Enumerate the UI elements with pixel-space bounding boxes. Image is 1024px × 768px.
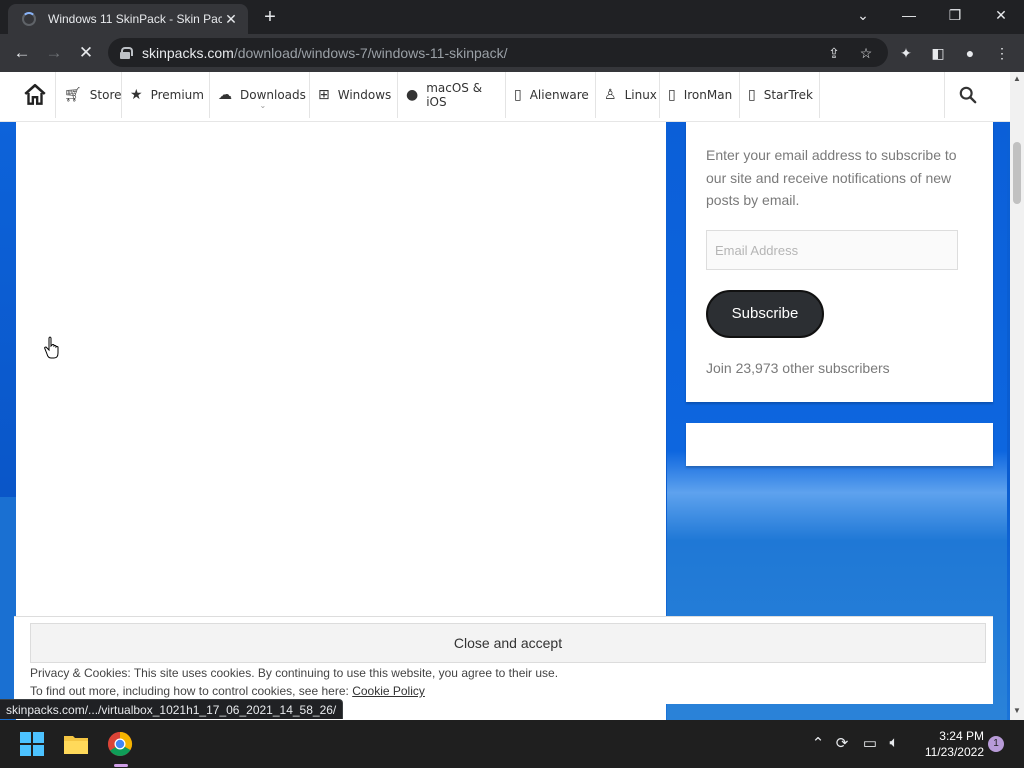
cookie-notice-text: Privacy & Cookies: This site uses cookie…: [30, 666, 559, 680]
nav-item-linux[interactable]: ♙ Linux: [596, 72, 660, 118]
site-navigation: 🛒︎ Store ★ Premium ☁ Downloads ⌄ ⊞ Windows ●…: [0, 72, 1010, 122]
nav-item-premium[interactable]: ★ Premium: [122, 72, 210, 118]
close-and-accept-button[interactable]: Close and accept: [30, 623, 986, 663]
minimize-button[interactable]: —: [886, 0, 932, 32]
tab-title: Windows 11 SkinPack - Skin Pack: [48, 12, 222, 26]
link-status-bubble: skinpacks.com/.../virtualbox_1021h1_17_0…: [0, 699, 344, 719]
nav-item-macos[interactable]: ● macOS & iOS: [398, 72, 506, 118]
mobile-icon: ▯: [668, 87, 676, 103]
share-icon[interactable]: ⇪: [824, 43, 844, 63]
home-button[interactable]: [14, 72, 56, 118]
cookie-banner: Close and accept Privacy & Cookies: This…: [14, 616, 993, 704]
nav-item-windows[interactable]: ⊞ Windows: [310, 72, 398, 118]
file-explorer-icon[interactable]: [60, 728, 92, 760]
address-url[interactable]: skinpacks.com/download/windows-7/windows…: [142, 45, 507, 61]
profile-avatar-icon[interactable]: ●: [960, 43, 980, 63]
scroll-down-arrow-icon[interactable]: ▼: [1010, 704, 1024, 718]
browser-toolbar: ← → ✕ skinpacks.com/download/windows-7/w…: [0, 34, 1024, 72]
loading-spinner-icon: [22, 12, 36, 26]
chrome-menu-icon[interactable]: ⋮: [992, 43, 1012, 63]
chevron-down-icon: ⌄: [259, 101, 267, 110]
mobile-icon: ▯: [514, 87, 522, 103]
cookie-policy-link[interactable]: Cookie Policy: [352, 684, 425, 698]
show-hidden-icons-chevron-icon[interactable]: ⌃: [808, 734, 828, 752]
cookie-more-info: To find out more, including how to contr…: [30, 684, 425, 698]
volume-icon[interactable]: 🔈︎: [884, 734, 904, 751]
nav-item-ironman[interactable]: ▯ IronMan: [660, 72, 740, 118]
notification-badge[interactable]: 1: [988, 736, 1004, 752]
subscribe-button[interactable]: Subscribe: [706, 290, 824, 338]
stop-loading-button[interactable]: ✕: [72, 39, 100, 67]
subscribe-widget: Enter your email address to subscribe to…: [686, 122, 993, 402]
close-window-button[interactable]: ✕: [978, 0, 1024, 32]
new-tab-button[interactable]: +: [258, 6, 282, 30]
linux-icon: ♙: [604, 87, 617, 103]
sync-icon[interactable]: ⟳: [832, 734, 852, 752]
cart-icon: 🛒︎: [64, 87, 82, 103]
search-icon: [959, 86, 976, 104]
nav-item-downloads[interactable]: ☁ Downloads ⌄: [210, 72, 310, 118]
nav-item-alienware[interactable]: ▯ Alienware: [506, 72, 596, 118]
nav-item-startrek[interactable]: ▯ StarTrek: [740, 72, 820, 118]
page-background: [0, 122, 16, 497]
sidebar-widget: [686, 423, 993, 466]
email-field[interactable]: [706, 230, 958, 270]
back-button[interactable]: ←: [8, 39, 36, 67]
bookmark-star-icon[interactable]: ☆: [856, 43, 876, 63]
page-scrollbar[interactable]: ▲ ▼: [1010, 72, 1024, 720]
apple-icon: ●: [406, 87, 419, 103]
subscribe-description: Enter your email address to subscribe to…: [706, 147, 957, 208]
chrome-taskbar-icon[interactable]: [104, 728, 136, 760]
side-panel-icon[interactable]: ◧: [928, 43, 948, 63]
windows-taskbar: ⌃ ⟳ ▭ 🔈︎ 3:24 PM 11/23/2022 1: [0, 720, 1024, 768]
home-icon: [24, 83, 46, 105]
hand-pointer-icon: [44, 336, 59, 359]
nav-item-store[interactable]: 🛒︎ Store: [56, 72, 122, 118]
tab-close-icon[interactable]: ✕: [222, 11, 240, 28]
active-app-indicator: [114, 764, 128, 767]
scroll-up-arrow-icon[interactable]: ▲: [1010, 72, 1024, 86]
windows-icon: ⊞: [318, 87, 330, 103]
scrollbar-thumb[interactable]: [1013, 142, 1021, 204]
system-clock[interactable]: 3:24 PM 11/23/2022: [912, 728, 984, 760]
restore-button[interactable]: ❐: [932, 0, 978, 32]
subscriber-count: Join 23,973 other subscribers: [706, 360, 890, 376]
start-menu-icon[interactable]: [16, 728, 48, 760]
star-icon: ★: [130, 87, 143, 103]
network-icon[interactable]: ▭: [860, 734, 880, 752]
tab-search-chevron-icon[interactable]: ⌄: [840, 0, 886, 32]
site-search-button[interactable]: [944, 72, 990, 118]
forward-button[interactable]: →: [40, 39, 68, 67]
mobile-icon: ▯: [748, 87, 756, 103]
browser-tab[interactable]: Windows 11 SkinPack - Skin Pack ✕: [8, 4, 248, 34]
extensions-puzzle-icon[interactable]: ✦: [896, 43, 916, 63]
lock-icon[interactable]: [120, 46, 133, 59]
address-bar[interactable]: skinpacks.com/download/windows-7/windows…: [108, 38, 888, 67]
browser-titlebar: Windows 11 SkinPack - Skin Pack ✕ + ⌄ — …: [0, 0, 1024, 34]
cloud-download-icon: ☁: [218, 87, 232, 103]
